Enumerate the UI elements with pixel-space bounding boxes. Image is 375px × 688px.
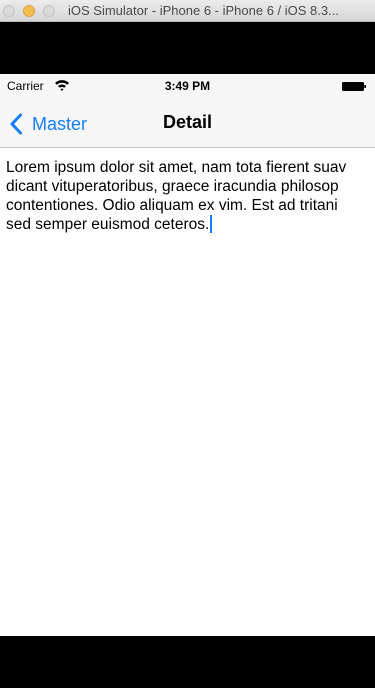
zoom-window-button[interactable] (43, 5, 55, 17)
text-line-content: sed semper euismod ceteros. (6, 216, 210, 233)
navigation-bar: Master Detail (0, 98, 375, 148)
text-cursor (210, 215, 213, 233)
text-line: Lorem ipsum dolor sit amet, nam tota fie… (6, 159, 347, 176)
minimize-window-button[interactable] (23, 5, 35, 17)
device-bezel-bottom (0, 636, 375, 688)
page-title: Detail (162, 112, 213, 132)
text-line: contentiones. Odio aliquam ex vim. Est a… (6, 197, 338, 214)
text-line: sed semper euismod ceteros. (6, 215, 375, 234)
simulator-title-bar: iOS Simulator - iPhone 6 - iPhone 6 / iO… (0, 0, 375, 22)
detail-text-view[interactable]: Lorem ipsum dolor sit amet, nam tota fie… (6, 158, 375, 628)
close-window-button[interactable] (3, 5, 15, 17)
window-title: iOS Simulator - iPhone 6 - iPhone 6 / iO… (68, 3, 339, 18)
clock: 3:49 PM (164, 79, 211, 93)
text-line: dicant vituperatoribus, graece iracundia… (6, 178, 339, 195)
device-screen: Carrier 3:49 PM Master Detail Lorem ipsu… (0, 74, 375, 636)
status-bar: Carrier 3:49 PM (0, 74, 375, 98)
device-bezel-top (0, 22, 375, 74)
battery-icon (342, 82, 366, 91)
